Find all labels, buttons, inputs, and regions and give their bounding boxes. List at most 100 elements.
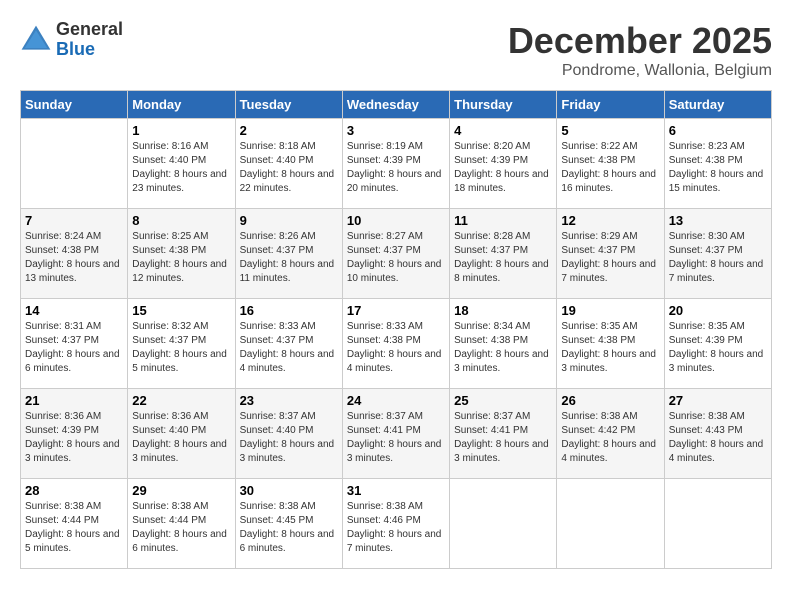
weekday-header-tuesday: Tuesday bbox=[235, 91, 342, 119]
day-info: Sunrise: 8:34 AMSunset: 4:38 PMDaylight:… bbox=[454, 320, 552, 376]
day-number: 11 bbox=[454, 213, 552, 228]
calendar-cell: 5 Sunrise: 8:22 AMSunset: 4:38 PMDaylight… bbox=[557, 119, 664, 209]
calendar-cell: 22Sunrise: 8:36 AMSunset: 4:40 PMDayligh… bbox=[128, 389, 235, 479]
calendar-cell: 4Sunrise: 8:20 AMSunset: 4:39 PMDaylight… bbox=[450, 119, 557, 209]
day-number: 12 bbox=[561, 213, 659, 228]
day-info: Sunrise: 8:35 AMSunset: 4:38 PMDaylight:… bbox=[561, 320, 659, 376]
calendar-cell: 9 Sunrise: 8:26 AMSunset: 4:37 PMDaylight… bbox=[235, 209, 342, 299]
title-area: December 2025 Pondrome, Wallonia, Belgiu… bbox=[508, 20, 772, 80]
calendar-week-row: 21 Sunrise: 8:36 AMSunset: 4:39 PMDayligh… bbox=[21, 389, 772, 479]
calendar-cell: 13 Sunrise: 8:30 AMSunset: 4:37 PMDayligh… bbox=[664, 209, 771, 299]
day-info: Sunrise: 8:25 AMSunset: 4:38 PMDaylight:… bbox=[132, 230, 230, 286]
day-info: Sunrise: 8:29 AMSunset: 4:37 PMDaylight:… bbox=[561, 230, 659, 286]
calendar-cell: 14 Sunrise: 8:31 AMSunset: 4:37 PMDayligh… bbox=[21, 299, 128, 389]
day-info: Sunrise: 8:38 AMSunset: 4:44 PMDaylight:… bbox=[132, 500, 230, 556]
logo-general-text: General bbox=[56, 20, 123, 40]
day-info: Sunrise: 8:27 AMSunset: 4:37 PMDaylight:… bbox=[347, 230, 445, 286]
day-number: 13 bbox=[669, 213, 767, 228]
day-number: 7 bbox=[25, 213, 123, 228]
logo-blue-text: Blue bbox=[56, 40, 123, 60]
day-number: 26 bbox=[561, 393, 659, 408]
calendar-cell: 18 Sunrise: 8:34 AMSunset: 4:38 PMDayligh… bbox=[450, 299, 557, 389]
day-number: 16 bbox=[240, 303, 338, 318]
calendar-cell: 31Sunrise: 8:38 AMSunset: 4:46 PMDayligh… bbox=[342, 479, 449, 569]
day-number: 20 bbox=[669, 303, 767, 318]
calendar-week-row: 14 Sunrise: 8:31 AMSunset: 4:37 PMDayligh… bbox=[21, 299, 772, 389]
calendar-cell bbox=[557, 479, 664, 569]
day-number: 17 bbox=[347, 303, 445, 318]
day-number: 9 bbox=[240, 213, 338, 228]
day-info: Sunrise: 8:23 AMSunset: 4:38 PMDaylight:… bbox=[669, 140, 767, 196]
day-info: Sunrise: 8:20 AMSunset: 4:39 PMDaylight:… bbox=[454, 140, 552, 196]
calendar-cell: 27Sunrise: 8:38 AMSunset: 4:43 PMDayligh… bbox=[664, 389, 771, 479]
calendar-cell bbox=[450, 479, 557, 569]
day-info: Sunrise: 8:16 AMSunset: 4:40 PMDaylight:… bbox=[132, 140, 230, 196]
calendar-cell: 10 Sunrise: 8:27 AMSunset: 4:37 PMDayligh… bbox=[342, 209, 449, 299]
day-number: 14 bbox=[25, 303, 123, 318]
calendar-cell: 11 Sunrise: 8:28 AMSunset: 4:37 PMDayligh… bbox=[450, 209, 557, 299]
logo-icon bbox=[20, 24, 52, 56]
weekday-header-thursday: Thursday bbox=[450, 91, 557, 119]
calendar-cell: 29Sunrise: 8:38 AMSunset: 4:44 PMDayligh… bbox=[128, 479, 235, 569]
calendar-cell: 7 Sunrise: 8:24 AMSunset: 4:38 PMDaylight… bbox=[21, 209, 128, 299]
day-info: Sunrise: 8:36 AMSunset: 4:39 PMDaylight:… bbox=[25, 410, 123, 466]
calendar-cell: 3 Sunrise: 8:19 AMSunset: 4:39 PMDaylight… bbox=[342, 119, 449, 209]
day-number: 15 bbox=[132, 303, 230, 318]
day-info: Sunrise: 8:37 AMSunset: 4:41 PMDaylight:… bbox=[454, 410, 552, 466]
day-number: 1 bbox=[132, 123, 230, 138]
calendar-cell: 17Sunrise: 8:33 AMSunset: 4:38 PMDayligh… bbox=[342, 299, 449, 389]
calendar-cell: 1 Sunrise: 8:16 AMSunset: 4:40 PMDaylight… bbox=[128, 119, 235, 209]
calendar-cell: 25Sunrise: 8:37 AMSunset: 4:41 PMDayligh… bbox=[450, 389, 557, 479]
day-info: Sunrise: 8:26 AMSunset: 4:37 PMDaylight:… bbox=[240, 230, 338, 286]
calendar-body: 1 Sunrise: 8:16 AMSunset: 4:40 PMDaylight… bbox=[21, 119, 772, 569]
day-info: Sunrise: 8:31 AMSunset: 4:37 PMDaylight:… bbox=[25, 320, 123, 376]
calendar-cell: 24 Sunrise: 8:37 AMSunset: 4:41 PMDayligh… bbox=[342, 389, 449, 479]
day-info: Sunrise: 8:19 AMSunset: 4:39 PMDaylight:… bbox=[347, 140, 445, 196]
day-number: 22 bbox=[132, 393, 230, 408]
day-number: 24 bbox=[347, 393, 445, 408]
calendar-week-row: 28Sunrise: 8:38 AMSunset: 4:44 PMDayligh… bbox=[21, 479, 772, 569]
calendar-cell: 30Sunrise: 8:38 AMSunset: 4:45 PMDayligh… bbox=[235, 479, 342, 569]
calendar-header: SundayMondayTuesdayWednesdayThursdayFrid… bbox=[21, 91, 772, 119]
day-number: 3 bbox=[347, 123, 445, 138]
weekday-header-saturday: Saturday bbox=[664, 91, 771, 119]
day-info: Sunrise: 8:18 AMSunset: 4:40 PMDaylight:… bbox=[240, 140, 338, 196]
calendar-cell: 12 Sunrise: 8:29 AMSunset: 4:37 PMDayligh… bbox=[557, 209, 664, 299]
calendar-cell bbox=[21, 119, 128, 209]
calendar-cell: 16 Sunrise: 8:33 AMSunset: 4:37 PMDayligh… bbox=[235, 299, 342, 389]
calendar-table: SundayMondayTuesdayWednesdayThursdayFrid… bbox=[20, 90, 772, 569]
calendar-cell: 19 Sunrise: 8:35 AMSunset: 4:38 PMDayligh… bbox=[557, 299, 664, 389]
day-info: Sunrise: 8:38 AMSunset: 4:44 PMDaylight:… bbox=[25, 500, 123, 556]
calendar-cell: 21 Sunrise: 8:36 AMSunset: 4:39 PMDayligh… bbox=[21, 389, 128, 479]
calendar-week-row: 1 Sunrise: 8:16 AMSunset: 4:40 PMDaylight… bbox=[21, 119, 772, 209]
calendar-cell: 26 Sunrise: 8:38 AMSunset: 4:42 PMDayligh… bbox=[557, 389, 664, 479]
day-info: Sunrise: 8:38 AMSunset: 4:43 PMDaylight:… bbox=[669, 410, 767, 466]
header: General Blue December 2025 Pondrome, Wal… bbox=[20, 20, 772, 80]
day-info: Sunrise: 8:33 AMSunset: 4:37 PMDaylight:… bbox=[240, 320, 338, 376]
day-number: 19 bbox=[561, 303, 659, 318]
weekday-header-friday: Friday bbox=[557, 91, 664, 119]
calendar-cell bbox=[664, 479, 771, 569]
day-info: Sunrise: 8:35 AMSunset: 4:39 PMDaylight:… bbox=[669, 320, 767, 376]
day-number: 5 bbox=[561, 123, 659, 138]
day-info: Sunrise: 8:38 AMSunset: 4:46 PMDaylight:… bbox=[347, 500, 445, 556]
day-number: 10 bbox=[347, 213, 445, 228]
weekday-row: SundayMondayTuesdayWednesdayThursdayFrid… bbox=[21, 91, 772, 119]
day-info: Sunrise: 8:22 AMSunset: 4:38 PMDaylight:… bbox=[561, 140, 659, 196]
day-number: 21 bbox=[25, 393, 123, 408]
day-info: Sunrise: 8:24 AMSunset: 4:38 PMDaylight:… bbox=[25, 230, 123, 286]
day-info: Sunrise: 8:28 AMSunset: 4:37 PMDaylight:… bbox=[454, 230, 552, 286]
location-subtitle: Pondrome, Wallonia, Belgium bbox=[508, 62, 772, 80]
day-info: Sunrise: 8:37 AMSunset: 4:40 PMDaylight:… bbox=[240, 410, 338, 466]
day-number: 18 bbox=[454, 303, 552, 318]
calendar-cell: 20 Sunrise: 8:35 AMSunset: 4:39 PMDayligh… bbox=[664, 299, 771, 389]
weekday-header-wednesday: Wednesday bbox=[342, 91, 449, 119]
logo-text: General Blue bbox=[56, 20, 123, 60]
day-info: Sunrise: 8:38 AMSunset: 4:42 PMDaylight:… bbox=[561, 410, 659, 466]
month-title: December 2025 bbox=[508, 20, 772, 62]
day-info: Sunrise: 8:32 AMSunset: 4:37 PMDaylight:… bbox=[132, 320, 230, 376]
day-info: Sunrise: 8:30 AMSunset: 4:37 PMDaylight:… bbox=[669, 230, 767, 286]
calendar-cell: 28Sunrise: 8:38 AMSunset: 4:44 PMDayligh… bbox=[21, 479, 128, 569]
day-info: Sunrise: 8:37 AMSunset: 4:41 PMDaylight:… bbox=[347, 410, 445, 466]
day-info: Sunrise: 8:38 AMSunset: 4:45 PMDaylight:… bbox=[240, 500, 338, 556]
